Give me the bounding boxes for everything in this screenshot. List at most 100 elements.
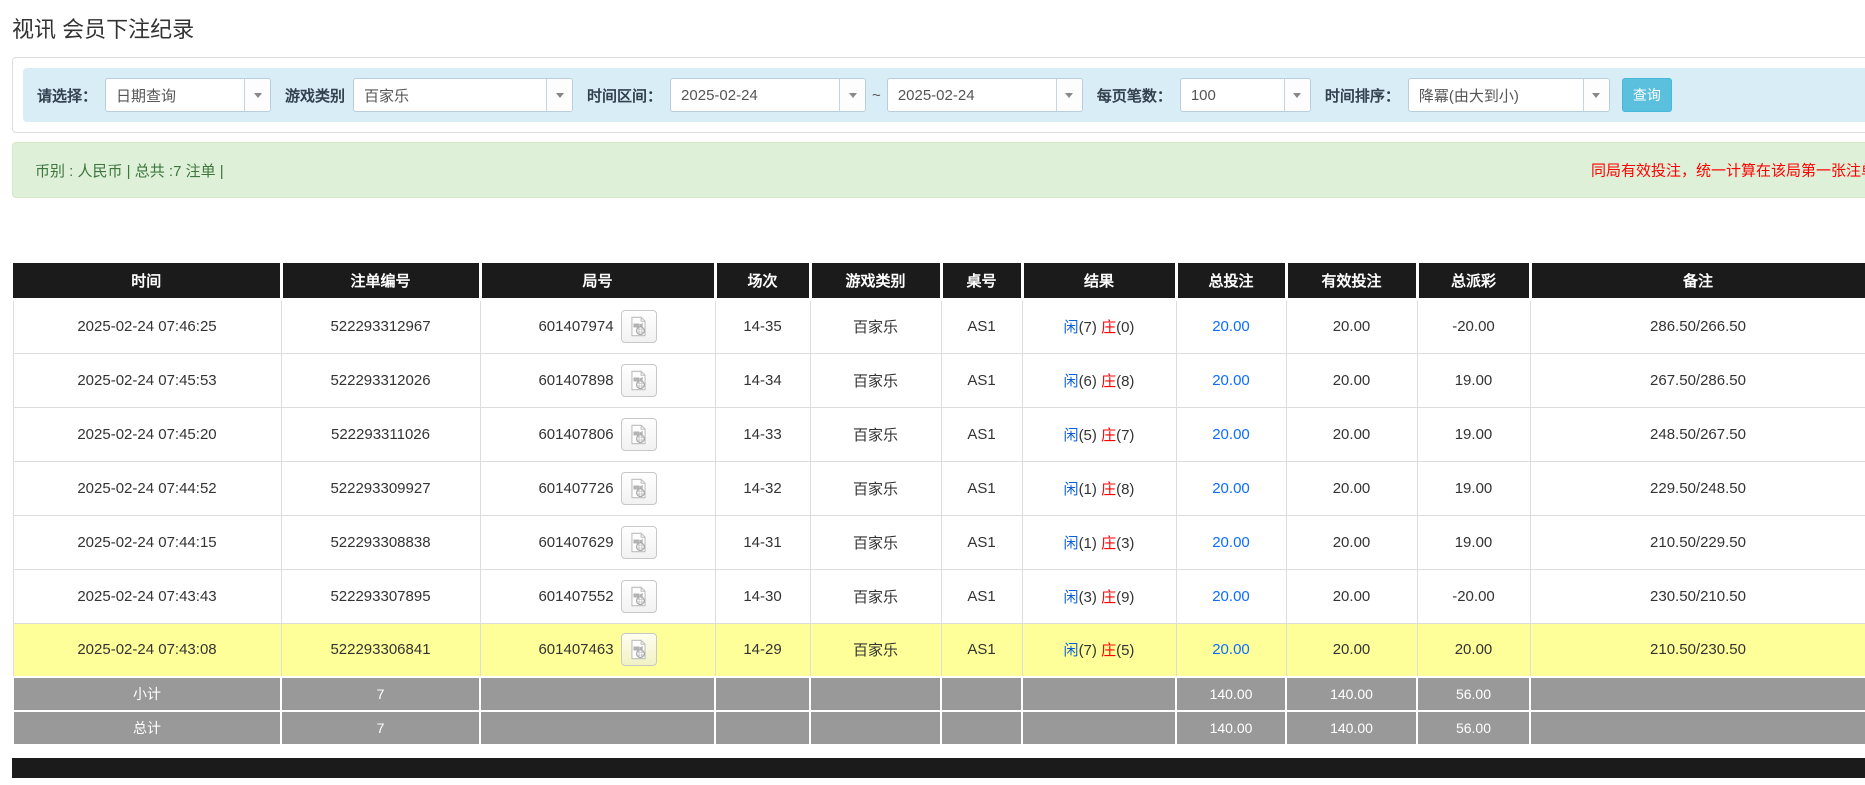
chevron-down-icon[interactable] (1583, 79, 1609, 111)
table-row[interactable]: 2025-02-24 07:43:43 522293307895 6014075… (13, 569, 1865, 623)
game-type-value: 百家乐 (354, 79, 546, 111)
session-cell: 14-34 (715, 353, 810, 407)
result-cell: 闲(6) 庄(8) (1022, 353, 1176, 407)
column-header: 局号 (480, 263, 715, 299)
total-bet-link[interactable]: 20.00 (1212, 372, 1250, 389)
round-number-cell: 601407463 (480, 623, 715, 677)
summary-payout-cell: 56.00 (1417, 677, 1530, 711)
payout-cell: 19.00 (1417, 353, 1530, 407)
game-type-select[interactable]: 百家乐 (353, 78, 573, 112)
valid-bet-cell: 20.00 (1286, 623, 1417, 677)
time-cell: 2025-02-24 07:46:25 (13, 299, 281, 353)
per-page-select[interactable]: 100 (1180, 78, 1311, 112)
player-score: (1) (1079, 481, 1097, 498)
table-row[interactable]: 2025-02-24 07:46:25 522293312967 6014079… (13, 299, 1865, 353)
video-replay-button[interactable] (621, 526, 657, 559)
summary-total-bet-cell: 140.00 (1176, 711, 1286, 745)
total-bet-link[interactable]: 20.00 (1212, 588, 1250, 605)
bet-records-table: 时间注单编号局号场次游戏类别桌号结果总投注有效投注总派彩备注 2025-02-2… (12, 263, 1865, 746)
banker-label: 庄 (1101, 535, 1116, 552)
result-cell: 闲(5) 庄(7) (1022, 407, 1176, 461)
chevron-down-icon[interactable] (839, 79, 865, 111)
payout-cell: 19.00 (1417, 515, 1530, 569)
column-header: 总派彩 (1417, 263, 1530, 299)
round-number: 601407552 (538, 588, 613, 605)
game-type-cell: 百家乐 (810, 353, 941, 407)
date-to-value: 2025-02-24 (888, 79, 1056, 111)
summary-count-cell: 7 (281, 711, 480, 745)
player-score: (1) (1079, 535, 1097, 552)
bet-number-cell: 522293308838 (281, 515, 480, 569)
player-score: (5) (1079, 427, 1097, 444)
table-row[interactable]: 2025-02-24 07:44:15 522293308838 6014076… (13, 515, 1865, 569)
round-number: 601407898 (538, 372, 613, 389)
remark-cell: 248.50/267.50 (1530, 407, 1865, 461)
video-replay-button[interactable] (621, 580, 657, 613)
date-from-value: 2025-02-24 (671, 79, 839, 111)
total-bet-link[interactable]: 20.00 (1212, 534, 1250, 551)
table-number-cell: AS1 (941, 353, 1022, 407)
video-replay-button[interactable] (621, 364, 657, 397)
round-number: 601407806 (538, 426, 613, 443)
currency-total-text: 币别 : 人民币 | 总共 :7 注单 | (13, 160, 224, 181)
banker-label: 庄 (1101, 319, 1116, 336)
video-replay-button[interactable] (621, 418, 657, 451)
banker-score: (8) (1116, 373, 1134, 390)
valid-bet-cell: 20.00 (1286, 353, 1417, 407)
chevron-down-icon[interactable] (546, 79, 572, 111)
time-cell: 2025-02-24 07:43:43 (13, 569, 281, 623)
total-bet-link[interactable]: 20.00 (1212, 318, 1250, 335)
banker-score: (5) (1116, 642, 1134, 659)
time-cell: 2025-02-24 07:43:08 (13, 623, 281, 677)
search-button[interactable]: 查询 (1622, 78, 1672, 112)
time-cell: 2025-02-24 07:44:52 (13, 461, 281, 515)
video-replay-button[interactable] (621, 310, 657, 343)
total-bet-link[interactable]: 20.00 (1212, 480, 1250, 497)
bet-number-cell: 522293312026 (281, 353, 480, 407)
remark-cell: 210.50/229.50 (1530, 515, 1865, 569)
chevron-down-icon[interactable] (1056, 79, 1082, 111)
video-replay-button[interactable] (621, 633, 657, 666)
date-from-select[interactable]: 2025-02-24 (670, 78, 866, 112)
round-number-cell: 601407898 (480, 353, 715, 407)
video-file-icon (628, 586, 649, 607)
round-number: 601407726 (538, 480, 613, 497)
column-header: 场次 (715, 263, 810, 299)
query-type-select[interactable]: 日期查询 (105, 78, 271, 112)
round-number-cell: 601407806 (480, 407, 715, 461)
column-header: 桌号 (941, 263, 1022, 299)
table-row[interactable]: 2025-02-24 07:45:53 522293312026 6014078… (13, 353, 1865, 407)
video-replay-button[interactable] (621, 472, 657, 505)
bet-number-cell: 522293311026 (281, 407, 480, 461)
table-number-cell: AS1 (941, 515, 1022, 569)
remark-cell: 230.50/210.50 (1530, 569, 1865, 623)
table-row[interactable]: 2025-02-24 07:43:08 522293306841 6014074… (13, 623, 1865, 677)
game-type-label: 游戏类别 (285, 85, 345, 106)
video-file-icon (628, 532, 649, 553)
session-cell: 14-33 (715, 407, 810, 461)
total-bet-link[interactable]: 20.00 (1212, 426, 1250, 443)
chevron-down-icon[interactable] (1284, 79, 1310, 111)
valid-bet-cell: 20.00 (1286, 569, 1417, 623)
date-to-select[interactable]: 2025-02-24 (887, 78, 1083, 112)
time-cell: 2025-02-24 07:45:20 (13, 407, 281, 461)
video-file-icon (628, 316, 649, 337)
table-row[interactable]: 2025-02-24 07:44:52 522293309927 6014077… (13, 461, 1865, 515)
round-number-cell: 601407629 (480, 515, 715, 569)
banker-score: (9) (1116, 589, 1134, 606)
chevron-down-icon[interactable] (244, 79, 270, 111)
next-table-header-bar (12, 758, 1865, 778)
banker-label: 庄 (1101, 427, 1116, 444)
column-header: 结果 (1022, 263, 1176, 299)
summary-valid-bet-cell: 140.00 (1286, 677, 1417, 711)
round-number-cell: 601407974 (480, 299, 715, 353)
video-file-icon (628, 424, 649, 445)
table-row[interactable]: 2025-02-24 07:45:20 522293311026 6014078… (13, 407, 1865, 461)
total-bet-link[interactable]: 20.00 (1212, 641, 1250, 658)
session-cell: 14-31 (715, 515, 810, 569)
player-label: 闲 (1064, 427, 1079, 444)
game-type-cell: 百家乐 (810, 299, 941, 353)
time-sort-select[interactable]: 降冪(由大到小) (1408, 78, 1610, 112)
result-cell: 闲(1) 庄(8) (1022, 461, 1176, 515)
player-label: 闲 (1064, 319, 1079, 336)
